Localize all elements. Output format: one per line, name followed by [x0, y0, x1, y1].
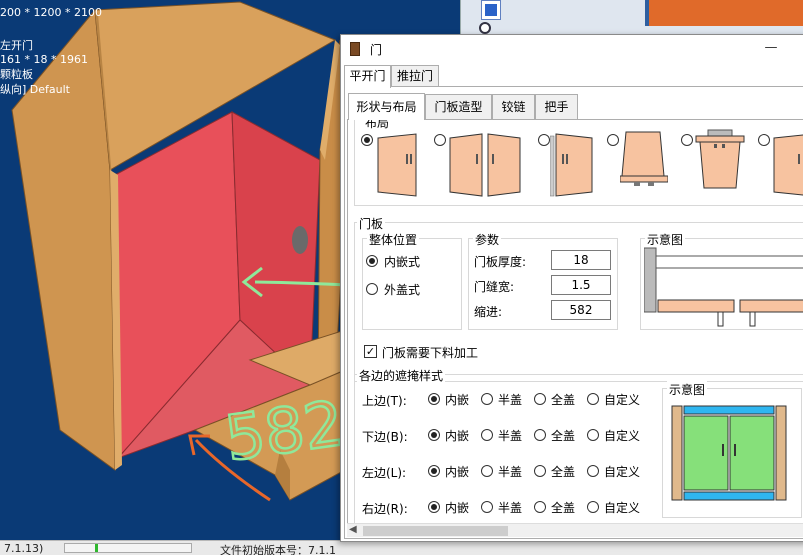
layout-partial-icon: [773, 134, 803, 196]
diagram-bottom-svg: [671, 405, 787, 501]
dialog-title: 门: [370, 43, 383, 57]
edge-bottom-full-radio[interactable]: [534, 429, 546, 441]
edge-right-full-label: 全盖: [551, 501, 576, 515]
tab-hinge[interactable]: 铰链: [492, 94, 535, 120]
edge-top-custom-radio[interactable]: [587, 393, 599, 405]
edge-left-half-radio[interactable]: [481, 465, 493, 477]
layout-flap-up-icon: [620, 131, 668, 186]
status-version-left: 7.1.13): [4, 542, 44, 555]
edge-left-custom-label: 自定义: [604, 465, 641, 479]
edge-style-title: 各边的遮掩样式: [357, 367, 446, 384]
edge-top-half-label: 半盖: [498, 393, 523, 407]
door-gap-input[interactable]: 1.5: [551, 275, 611, 295]
info-line-material: 颗粒板: [0, 68, 33, 81]
edge-left-inset-label: 内嵌: [445, 465, 470, 479]
overall-position-title: 整体位置: [367, 231, 420, 248]
door-icon: [350, 42, 360, 56]
layout-radio-6[interactable]: [758, 134, 770, 146]
top-orange-panel: [645, 0, 803, 26]
edge-top-full-radio[interactable]: [534, 393, 546, 405]
edge-right-half-radio[interactable]: [481, 501, 493, 513]
indent-input[interactable]: 582: [551, 300, 611, 320]
edge-left-custom-radio[interactable]: [587, 465, 599, 477]
edge-right-inset-label: 内嵌: [445, 501, 470, 515]
edge-top-custom-label: 自定义: [604, 393, 641, 407]
edge-bottom-label: 下边(B):: [362, 430, 408, 444]
edge-left-inset-radio[interactable]: [428, 465, 440, 477]
edge-right-inset-radio[interactable]: [428, 501, 440, 513]
edge-left-half-label: 半盖: [498, 465, 523, 479]
layout-radio-2[interactable]: [434, 134, 446, 146]
edge-bottom-inset-label: 内嵌: [445, 429, 470, 443]
needs-cutting-checkbox[interactable]: ✓: [364, 345, 377, 358]
door-dialog: 门 — 平开门 推拉门 形状与布局 门板造型 铰链 把手 布局 门板 整体位置 …: [340, 34, 803, 542]
layout-radio-5[interactable]: [681, 134, 693, 146]
info-line-panel-size: 161 * 18 * 1961: [0, 53, 88, 66]
edge-left-full-radio[interactable]: [534, 465, 546, 477]
tab-shape-layout[interactable]: 形状与布局: [348, 93, 425, 120]
edge-bottom-full-label: 全盖: [551, 429, 576, 443]
edge-top-inset-radio[interactable]: [428, 393, 440, 405]
scroll-left-icon[interactable]: ◀: [349, 524, 357, 535]
info-line-grain: 纵向] Default: [0, 83, 70, 96]
door-thickness-label: 门板厚度:: [474, 255, 527, 269]
door-panel-group-title: 门板: [357, 215, 386, 232]
cabinet-hinge-hole: [292, 226, 308, 254]
edge-bottom-half-label: 半盖: [498, 429, 523, 443]
edge-right-custom-radio[interactable]: [587, 501, 599, 513]
edge-top-label: 上边(T):: [362, 394, 407, 408]
layout-radio-3[interactable]: [538, 134, 550, 146]
status-version-right: 文件初始版本号：7.1.1: [220, 544, 336, 555]
edge-top-full-label: 全盖: [551, 393, 576, 407]
status-bar: 7.1.13) 文件初始版本号：7.1.1: [0, 540, 803, 555]
overall-position-overlay-radio[interactable]: [366, 283, 378, 295]
dialog-titlebar[interactable]: 门 —: [341, 35, 803, 63]
edge-right-custom-label: 自定义: [604, 501, 641, 515]
horizontal-scrollbar[interactable]: ◀: [347, 523, 803, 537]
layout-double-door-icon: [449, 133, 521, 197]
tab-sliding-door[interactable]: 推拉门: [391, 65, 439, 87]
edge-bottom-custom-radio[interactable]: [587, 429, 599, 441]
cube-icon-dot: [479, 22, 491, 34]
edge-right-half-label: 半盖: [498, 501, 523, 515]
status-progress: [64, 543, 192, 553]
layout-group-title: 布局: [363, 120, 392, 131]
info-line-size: 200 * 1200 * 2100: [0, 6, 102, 19]
needs-cutting-label: 门板需要下料加工: [382, 346, 479, 360]
layout-radio-1[interactable]: [361, 134, 373, 146]
edge-top-half-radio[interactable]: [481, 393, 493, 405]
door-gap-label: 门缝宽:: [474, 280, 515, 294]
layout-single-right-icon: [550, 133, 593, 197]
scroll-thumb[interactable]: [363, 526, 508, 536]
edge-top-inset-label: 内嵌: [445, 393, 470, 407]
edge-right-label: 右边(R):: [362, 502, 408, 516]
overall-position-inset-radio[interactable]: [366, 255, 378, 267]
params-title: 参数: [473, 231, 502, 248]
edge-left-full-label: 全盖: [551, 465, 576, 479]
edge-bottom-custom-label: 自定义: [604, 429, 641, 443]
door-thickness-input[interactable]: 18: [551, 250, 611, 270]
minimize-button[interactable]: —: [751, 39, 791, 59]
tab-swing-door[interactable]: 平开门: [344, 65, 391, 88]
diagram-top-svg: [644, 247, 803, 327]
layout-single-left-icon: [377, 133, 417, 197]
layout-flap-down-icon: [695, 129, 745, 189]
edge-bottom-half-radio[interactable]: [481, 429, 493, 441]
indent-label: 缩进:: [474, 305, 503, 319]
overall-position-overlay-label: 外盖式: [384, 283, 421, 297]
overall-position-inset-label: 内嵌式: [384, 255, 421, 269]
layout-radio-4[interactable]: [607, 134, 619, 146]
diagram-bottom-title: 示意图: [667, 381, 708, 398]
edge-left-label: 左边(L):: [362, 466, 407, 480]
cube-icon[interactable]: [481, 0, 501, 20]
inner-tab-panel: 布局 门板 整体位置 内嵌式 外盖式 参数 门板厚度: 18 门缝宽: 1.5 …: [347, 119, 803, 537]
info-line-door-type: 左开门: [0, 39, 33, 52]
edge-bottom-inset-radio[interactable]: [428, 429, 440, 441]
tab-handle[interactable]: 把手: [535, 94, 578, 120]
tab-panel-style[interactable]: 门板造型: [425, 94, 492, 120]
edge-right-full-radio[interactable]: [534, 501, 546, 513]
